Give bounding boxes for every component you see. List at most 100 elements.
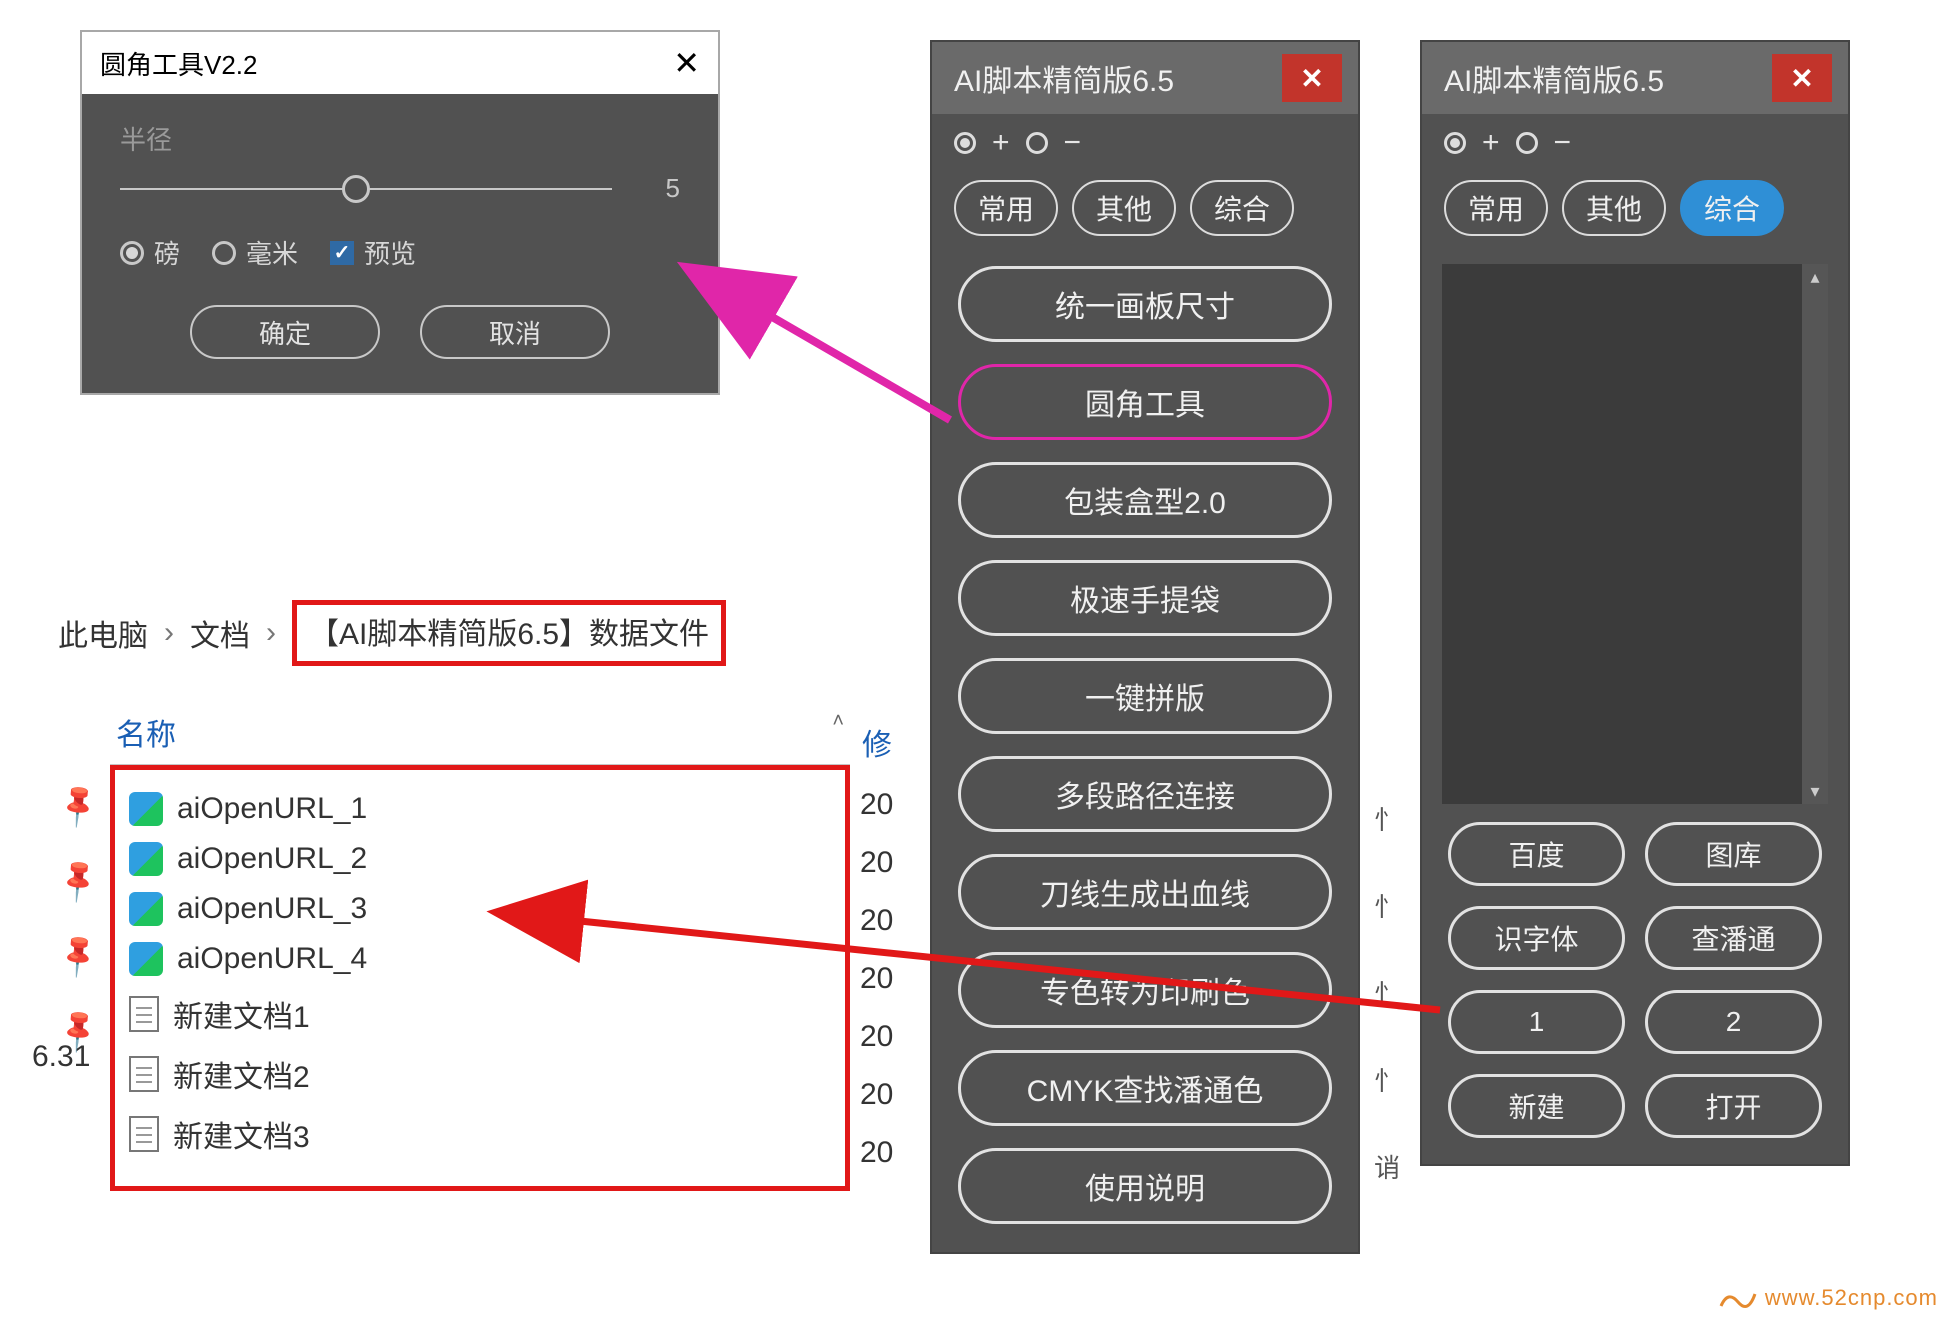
- panel-titlebar[interactable]: AI脚本精简版6.5 ✕: [1422, 42, 1848, 114]
- version-label: 6.31: [32, 1040, 90, 1074]
- close-icon[interactable]: ✕: [1772, 54, 1832, 102]
- doc-file-icon: [129, 1116, 159, 1152]
- shortcut-open[interactable]: 打开: [1645, 1074, 1822, 1138]
- watermark-text: www.52cnp.com: [1765, 1285, 1938, 1310]
- tab-other[interactable]: 其他: [1562, 180, 1666, 236]
- list-item[interactable]: aiOpenURL_3: [125, 884, 835, 934]
- shortcut-baidu[interactable]: 百度: [1448, 822, 1625, 886]
- shortcut-grid: 百度 图库 识字体 查潘通 1 2 新建 打开: [1422, 822, 1848, 1164]
- breadcrumb-docs[interactable]: 文档: [190, 611, 250, 655]
- file-name: aiOpenURL_2: [177, 842, 367, 876]
- dialog-title-text: 圆角工具V2.2: [100, 45, 258, 82]
- list-item[interactable]: aiOpenURL_1: [125, 784, 835, 834]
- url-file-icon: [129, 892, 163, 926]
- shortcut-font[interactable]: 识字体: [1448, 906, 1625, 970]
- radio-mm[interactable]: 毫米: [212, 234, 298, 271]
- radius-slider-row: 5: [120, 173, 680, 204]
- col-name[interactable]: 名称: [116, 710, 176, 754]
- file-date: 20: [860, 1020, 893, 1054]
- script-button[interactable]: 专色转为印刷色: [958, 952, 1332, 1028]
- shortcut-1[interactable]: 1: [1448, 990, 1625, 1054]
- doc-file-icon: [129, 996, 159, 1032]
- script-button[interactable]: 一键拼版: [958, 658, 1332, 734]
- breadcrumb-folder[interactable]: 【AI脚本精简版6.5】数据文件: [292, 600, 726, 666]
- units-row: 磅 毫米 ✓ 预览: [120, 234, 680, 271]
- tab-other[interactable]: 其他: [1072, 180, 1176, 236]
- radius-slider[interactable]: [120, 188, 612, 190]
- shortcut-2[interactable]: 2: [1645, 990, 1822, 1054]
- script-button-round-corner[interactable]: 圆角工具: [958, 364, 1332, 440]
- radio-pound[interactable]: 磅: [120, 234, 180, 271]
- round-corner-dialog: 圆角工具V2.2 ✕ 半径 5 磅 毫米 ✓ 预览 确定: [80, 30, 720, 395]
- pin-icon[interactable]: 📌: [53, 930, 104, 981]
- watermark: www.52cnp.com: [1718, 1284, 1938, 1314]
- script-list: 统一画板尺寸 圆角工具 包装盒型2.0 极速手提袋 一键拼版 多段路径连接 刀线…: [932, 254, 1358, 1252]
- col-date[interactable]: 修: [862, 720, 892, 764]
- pin-icon[interactable]: 📌: [53, 780, 104, 831]
- radio-dot-icon[interactable]: [1516, 132, 1538, 154]
- scrollbar[interactable]: ▴ ▾: [1802, 264, 1828, 804]
- breadcrumb-root[interactable]: 此电脑: [58, 611, 148, 655]
- panel-title-text: AI脚本精简版6.5: [954, 56, 1174, 100]
- tab-mixed[interactable]: 综合: [1190, 180, 1294, 236]
- slider-thumb-icon[interactable]: [342, 175, 370, 203]
- list-item[interactable]: 新建文档3: [125, 1104, 835, 1164]
- list-item[interactable]: 新建文档1: [125, 984, 835, 1044]
- breadcrumb: 此电脑 › 文档 › 【AI脚本精简版6.5】数据文件: [58, 600, 726, 666]
- close-icon[interactable]: ✕: [1282, 54, 1342, 102]
- shortcut-gallery[interactable]: 图库: [1645, 822, 1822, 886]
- file-date: 20: [860, 962, 893, 996]
- ok-button[interactable]: 确定: [190, 305, 380, 359]
- close-icon[interactable]: ✕: [673, 44, 700, 82]
- script-panel-2: AI脚本精简版6.5 ✕ + − 常用 其他 综合 ▴ ▾ 百度 图库 识字体 …: [1420, 40, 1850, 1166]
- radius-value: 5: [640, 173, 680, 204]
- pin-icon[interactable]: 📌: [53, 855, 104, 906]
- mode-row: + −: [1422, 114, 1848, 166]
- script-button[interactable]: 使用说明: [958, 1148, 1332, 1224]
- shortcut-pantone[interactable]: 查潘通: [1645, 906, 1822, 970]
- plus-label: +: [992, 126, 1010, 160]
- radio-dot-icon: [212, 241, 236, 265]
- cancel-button[interactable]: 取消: [420, 305, 610, 359]
- dialog-body: 半径 5 磅 毫米 ✓ 预览 确定 取消: [82, 94, 718, 393]
- tab-common[interactable]: 常用: [954, 180, 1058, 236]
- dialog-actions: 确定 取消: [120, 305, 680, 359]
- chevron-right-icon: ›: [266, 616, 276, 650]
- script-button[interactable]: 多段路径连接: [958, 756, 1332, 832]
- url-file-icon: [129, 842, 163, 876]
- dialog-titlebar[interactable]: 圆角工具V2.2 ✕: [82, 32, 718, 94]
- list-item[interactable]: 新建文档2: [125, 1044, 835, 1104]
- stray-char: 忄: [1374, 887, 1400, 924]
- list-item[interactable]: aiOpenURL_2: [125, 834, 835, 884]
- file-name: aiOpenURL_4: [177, 942, 367, 976]
- file-header[interactable]: 名称 ˄: [110, 700, 850, 765]
- file-date: 20: [860, 846, 893, 880]
- radio-dot-icon[interactable]: [1026, 132, 1048, 154]
- checkbox-preview[interactable]: ✓ 预览: [330, 234, 416, 271]
- chevron-right-icon: ›: [164, 616, 174, 650]
- file-panel: 名称 ˄ aiOpenURL_1 aiOpenURL_2 aiOpenURL_3…: [110, 700, 850, 1191]
- file-name: 新建文档3: [173, 1112, 310, 1156]
- scroll-down-icon[interactable]: ▾: [1802, 778, 1828, 804]
- tab-row: 常用 其他 综合: [1422, 166, 1848, 254]
- stray-char: 诮: [1374, 1148, 1400, 1185]
- script-button[interactable]: 包装盒型2.0: [958, 462, 1332, 538]
- file-date: 20: [860, 1136, 893, 1170]
- file-name: 新建文档2: [173, 1052, 310, 1096]
- tab-common[interactable]: 常用: [1444, 180, 1548, 236]
- script-button[interactable]: CMYK查找潘通色: [958, 1050, 1332, 1126]
- file-list: aiOpenURL_1 aiOpenURL_2 aiOpenURL_3 aiOp…: [110, 765, 850, 1191]
- script-button[interactable]: 刀线生成出血线: [958, 854, 1332, 930]
- script-button[interactable]: 统一画板尺寸: [958, 266, 1332, 342]
- scroll-up-icon[interactable]: ▴: [1802, 264, 1828, 290]
- url-file-icon: [129, 942, 163, 976]
- radio-dot-icon[interactable]: [954, 132, 976, 154]
- panel-titlebar[interactable]: AI脚本精简版6.5 ✕: [932, 42, 1358, 114]
- tab-mixed[interactable]: 综合: [1680, 180, 1784, 236]
- stray-text: 忄 忄 忄 忄 诮: [1374, 800, 1400, 1185]
- shortcut-new[interactable]: 新建: [1448, 1074, 1625, 1138]
- radius-label: 半径: [120, 120, 680, 157]
- radio-dot-icon[interactable]: [1444, 132, 1466, 154]
- list-item[interactable]: aiOpenURL_4: [125, 934, 835, 984]
- script-button[interactable]: 极速手提袋: [958, 560, 1332, 636]
